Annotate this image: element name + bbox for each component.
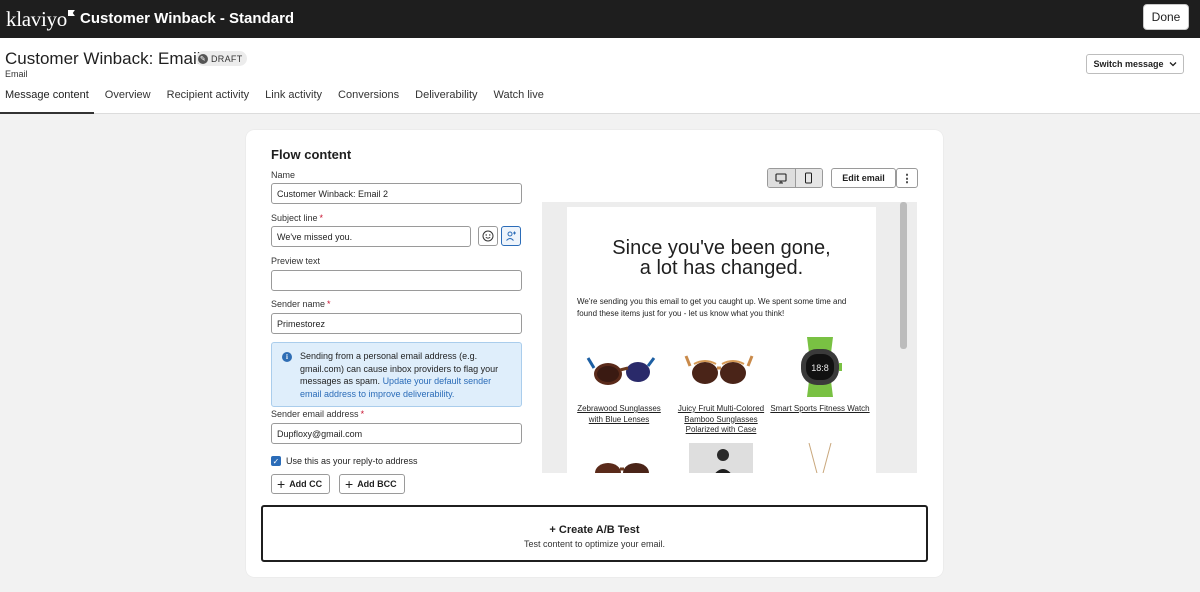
sender-name-field[interactable]: Primestorez: [271, 313, 522, 334]
tab-conversions[interactable]: Conversions: [333, 89, 404, 114]
flow-content-card: Flow content Name Customer Winback: Emai…: [246, 130, 943, 577]
email-headline: Since you've been gone, a lot has change…: [612, 237, 831, 279]
tab-message-content[interactable]: Message content: [0, 89, 94, 114]
desktop-view-button[interactable]: [768, 169, 795, 187]
subject-line-label: Subject line *: [271, 213, 324, 223]
bamboo-sunglasses-image: [684, 355, 754, 384]
preview-text-field[interactable]: [271, 270, 522, 291]
email-preview: Since you've been gone, a lot has change…: [542, 202, 917, 473]
email-intro-text: We're sending you this email to get you …: [577, 297, 847, 318]
tab-deliverability[interactable]: Deliverability: [410, 89, 482, 114]
emoji-button[interactable]: [478, 226, 498, 246]
ab-test-subtitle: Test content to optimize your email.: [523, 539, 666, 549]
plus-icon: +: [345, 476, 354, 492]
device-toggle: [767, 168, 823, 188]
subject-line-field[interactable]: We've missed you.: [271, 226, 471, 247]
mobile-view-button[interactable]: [794, 169, 822, 187]
tab-bar: Message content Overview Recipient activ…: [0, 89, 555, 114]
logo-flag-icon: [67, 10, 75, 16]
page-title: Customer Winback: Email 2: [5, 49, 215, 68]
switch-message-label: Switch message: [1093, 59, 1164, 69]
product-title[interactable]: Zebrawood Sunglasses with Blue Lenses: [569, 404, 669, 425]
deliverability-notice: i Sending from a personal email address …: [271, 342, 522, 407]
personalize-button[interactable]: [501, 226, 521, 246]
flow-title: Customer Winback - Standard: [80, 10, 295, 27]
product-title[interactable]: Juicy Fruit Multi-Colored Bamboo Sunglas…: [671, 404, 771, 436]
name-label: Name: [271, 170, 296, 180]
reply-to-checkbox[interactable]: ✓: [271, 456, 281, 466]
person-sparkle-icon: [506, 231, 516, 241]
edit-email-button[interactable]: Edit email: [831, 168, 896, 188]
card-title: Flow content: [271, 147, 352, 162]
smiley-icon: [482, 230, 494, 242]
top-bar: klaviyo Customer Winback - Standard Done: [0, 0, 1200, 38]
zebrawood-sunglasses-image: [586, 357, 656, 385]
email-canvas: Since you've been gone, a lot has change…: [567, 207, 876, 473]
more-options-button[interactable]: ⋮: [896, 168, 918, 188]
tab-watch-live[interactable]: Watch live: [489, 89, 549, 114]
ab-test-title: + Create A/B Test: [549, 524, 640, 536]
plus-icon: +: [277, 476, 286, 492]
tab-overview[interactable]: Overview: [100, 89, 156, 114]
sender-name-label: Sender name *: [271, 299, 331, 309]
fitness-watch-image: 18:8: [801, 337, 842, 397]
create-ab-test-button[interactable]: + Create A/B Test Test content to optimi…: [261, 505, 928, 562]
status-badge: ✎ DRAFT: [196, 51, 247, 66]
name-field[interactable]: Customer Winback: Email 2: [271, 183, 522, 204]
add-cc-button[interactable]: + Add CC: [271, 474, 331, 494]
desktop-icon: [775, 172, 788, 184]
switch-message-button[interactable]: Switch message: [1086, 54, 1184, 74]
sunglasses-image: [595, 463, 649, 473]
sender-email-field[interactable]: Dupfloxy@gmail.com: [271, 423, 522, 444]
sender-email-label: Sender email address *: [271, 409, 365, 419]
preview-text-label: Preview text: [271, 256, 321, 266]
necklace-image: [808, 443, 832, 473]
mobile-icon: [805, 172, 813, 184]
tab-link-activity[interactable]: Link activity: [260, 89, 327, 114]
tab-recipient-activity[interactable]: Recipient activity: [162, 89, 255, 114]
model-photo-image: [689, 443, 753, 473]
reply-to-option[interactable]: ✓ Use this as your reply-to address: [271, 456, 418, 466]
chevron-down-icon: [1169, 62, 1176, 67]
product-title[interactable]: Smart Sports Fitness Watch: [770, 404, 870, 415]
preview-scrollbar[interactable]: [900, 202, 907, 349]
done-button[interactable]: Done: [1143, 4, 1189, 30]
add-bcc-button[interactable]: + Add BCC: [339, 474, 405, 494]
message-header: Customer Winback: Email 2 ✎ DRAFT Email …: [0, 38, 1200, 114]
klaviyo-logo[interactable]: klaviyo: [6, 7, 75, 32]
message-type: Email: [5, 69, 28, 79]
status-badge-label: DRAFT: [211, 53, 243, 64]
edit-icon: ✎: [198, 53, 208, 64]
info-icon: i: [282, 352, 292, 362]
watch-time: 18:8: [811, 363, 829, 373]
reply-to-label: Use this as your reply-to address: [286, 456, 418, 466]
